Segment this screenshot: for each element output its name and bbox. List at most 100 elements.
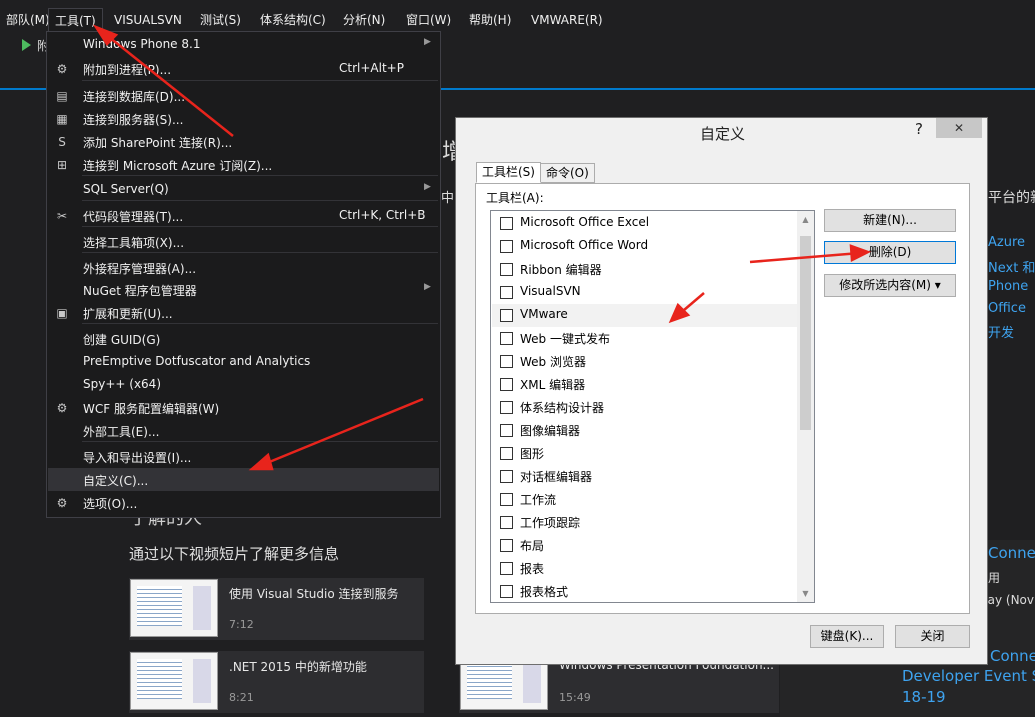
- tools-menu-item[interactable]: ▤ 连接到数据库(D)...: [48, 84, 439, 107]
- delete-button[interactable]: 删除(D): [824, 241, 956, 264]
- toolbar-checkbox[interactable]: [500, 470, 513, 483]
- video-thumbnail: [130, 652, 218, 710]
- menu-6[interactable]: 窗口(W): [400, 8, 457, 32]
- toolbar-checkbox[interactable]: [500, 286, 513, 299]
- tools-menu-item[interactable]: 外部工具(E)...: [48, 419, 439, 442]
- toolbar-checkbox[interactable]: [500, 401, 513, 414]
- news-link[interactable]: 18-19: [902, 688, 946, 706]
- news-link[interactable]: Connect: [990, 647, 1035, 665]
- list-item[interactable]: 对话框编辑器: [492, 465, 798, 488]
- toolbar-checkbox[interactable]: [500, 562, 513, 575]
- submenu-arrow-icon: ▶: [424, 182, 431, 192]
- scroll-thumb[interactable]: [800, 236, 811, 430]
- tab-toolbars[interactable]: 工具栏(S): [476, 162, 541, 183]
- tools-menu-item[interactable]: ⊞ 连接到 Microsoft Azure 订阅(Z)...: [48, 153, 439, 176]
- toolbar-checkbox[interactable]: [500, 240, 513, 253]
- toolbars-list[interactable]: 报表格式 报表 布局 工作项跟踪 工作流 对话框编辑器 图形 图像编辑器 体系结构设计器 XML …: [490, 210, 815, 603]
- tools-menu-item[interactable]: ⚙ 选项(O)...: [48, 491, 439, 514]
- toolbar-checkbox[interactable]: [500, 309, 513, 322]
- video-duration: 7:12: [229, 618, 254, 631]
- start-debug-icon[interactable]: [22, 39, 31, 51]
- list-item[interactable]: 图像编辑器: [492, 419, 798, 442]
- tools-menu-item[interactable]: ▦ 连接到服务器(S)...: [48, 107, 439, 130]
- list-item[interactable]: Microsoft Office Excel: [492, 212, 798, 235]
- new-button[interactable]: 新建(N)...: [824, 209, 956, 232]
- toolbar-checkbox[interactable]: [500, 585, 513, 598]
- video-card[interactable]: .NET 2015 中的新增功能 8:21: [129, 651, 424, 713]
- menu-7[interactable]: 帮助(H): [463, 8, 517, 32]
- list-item[interactable]: VisualSVN: [492, 281, 798, 304]
- menu-3[interactable]: 测试(S): [194, 8, 247, 32]
- list-item[interactable]: 报表格式: [492, 580, 798, 602]
- tools-menu-item[interactable]: ⚙ WCF 服务配置编辑器(W): [48, 396, 439, 419]
- toolbar-checkbox[interactable]: [500, 263, 513, 276]
- help-button[interactable]: ?: [915, 120, 923, 138]
- list-item[interactable]: XML 编辑器: [492, 373, 798, 396]
- link-office[interactable]: Office: [988, 301, 1026, 316]
- tools-menu-item[interactable]: ▣ 扩展和更新(U)...: [48, 301, 439, 324]
- menu-item-icon: ▦: [56, 112, 68, 126]
- list-item[interactable]: Ribbon 编辑器: [492, 258, 798, 281]
- menu-8[interactable]: VMWARE(R): [525, 8, 609, 32]
- tools-menu-item[interactable]: Spy++ (x64): [48, 373, 439, 396]
- toolbar-name: 工作项跟踪: [520, 516, 581, 530]
- toolbar-checkbox[interactable]: [500, 539, 513, 552]
- list-item[interactable]: 报表: [492, 557, 798, 580]
- menu-1[interactable]: 工具(T): [48, 8, 103, 32]
- toolbar-checkbox[interactable]: [500, 378, 513, 391]
- news-link[interactable]: Conne: [988, 544, 1035, 562]
- toolbar-name: 对话框编辑器: [520, 470, 593, 484]
- menu-item-label: PreEmptive Dotfuscator and Analytics: [83, 354, 311, 368]
- list-item[interactable]: 工作项跟踪: [492, 511, 798, 534]
- menu-4[interactable]: 体系结构(C): [254, 8, 332, 32]
- tab-commands[interactable]: 命令(O): [540, 163, 595, 183]
- link-azure[interactable]: Azure: [988, 235, 1025, 250]
- menu-item-label: 外接程序管理器(A)...: [83, 262, 197, 276]
- scroll-down-icon[interactable]: ▼: [797, 585, 814, 602]
- tools-menu-item[interactable]: ✂ 代码段管理器(T)... Ctrl+K, Ctrl+B: [48, 204, 439, 227]
- toolbar-checkbox[interactable]: [500, 516, 513, 529]
- tools-menu: Windows Phone 8.1 ▶ ⚙ 附加到进程(P)... Ctrl+Alt+P…: [46, 31, 441, 518]
- toolbars-label: 工具栏(A):: [486, 191, 544, 205]
- toolbar-checkbox[interactable]: [500, 217, 513, 230]
- close-button[interactable]: 关闭: [895, 625, 970, 648]
- modify-selection-button[interactable]: 修改所选内容(M) ▾: [824, 274, 956, 297]
- toolbar-checkbox[interactable]: [500, 355, 513, 368]
- list-item[interactable]: 布局: [492, 534, 798, 557]
- tools-menu-item[interactable]: PreEmptive Dotfuscator and Analytics: [48, 350, 439, 373]
- toolbar-checkbox[interactable]: [500, 447, 513, 460]
- news-link[interactable]: Developer Event S: [902, 667, 1035, 685]
- menu-item-label: 连接到数据库(D)...: [83, 90, 186, 104]
- tools-menu-item[interactable]: Windows Phone 8.1 ▶: [48, 33, 439, 56]
- tools-menu-item[interactable]: 外接程序管理器(A)...: [48, 256, 439, 279]
- tools-menu-item[interactable]: NuGet 程序包管理器 ▶: [48, 278, 439, 301]
- toolbar-checkbox[interactable]: [500, 332, 513, 345]
- close-icon[interactable]: ✕: [936, 118, 982, 138]
- toolbar-checkbox[interactable]: [500, 493, 513, 506]
- toolbar-checkbox[interactable]: [500, 424, 513, 437]
- list-item[interactable]: 图形: [492, 442, 798, 465]
- list-item[interactable]: 体系结构设计器: [492, 396, 798, 419]
- tools-menu-item[interactable]: 选择工具箱项(X)...: [48, 230, 439, 253]
- menu-5[interactable]: 分析(N): [337, 8, 391, 32]
- link-phone[interactable]: Phone: [988, 279, 1028, 294]
- tools-menu-item[interactable]: 自定义(C)...: [48, 468, 439, 491]
- news-text: 用: [988, 571, 1001, 585]
- link-dev[interactable]: 开发: [988, 322, 1014, 341]
- tools-menu-item[interactable]: 导入和导出设置(I)...: [48, 445, 439, 468]
- tools-menu-item[interactable]: 创建 GUID(G): [48, 327, 439, 350]
- tools-menu-item[interactable]: S 添加 SharePoint 连接(R)...: [48, 130, 439, 153]
- tools-menu-item[interactable]: SQL Server(Q) ▶: [48, 178, 439, 201]
- tools-menu-item[interactable]: ⚙ 附加到进程(P)... Ctrl+Alt+P: [48, 57, 439, 80]
- list-item[interactable]: Web 一键式发布: [492, 327, 798, 350]
- list-item[interactable]: VMware: [492, 304, 798, 327]
- list-item[interactable]: Microsoft Office Word: [492, 235, 798, 258]
- menu-2[interactable]: VISUALSVN: [108, 8, 188, 32]
- scroll-up-icon[interactable]: ▲: [797, 211, 814, 228]
- list-item[interactable]: 工作流: [492, 488, 798, 511]
- list-scrollbar[interactable]: ▲ ▼: [797, 211, 814, 602]
- list-item[interactable]: Web 浏览器: [492, 350, 798, 373]
- video-card[interactable]: 使用 Visual Studio 连接到服务 7:12: [129, 578, 424, 640]
- link-next[interactable]: Next 和 W: [988, 257, 1035, 276]
- keyboard-button[interactable]: 键盘(K)...: [810, 625, 884, 648]
